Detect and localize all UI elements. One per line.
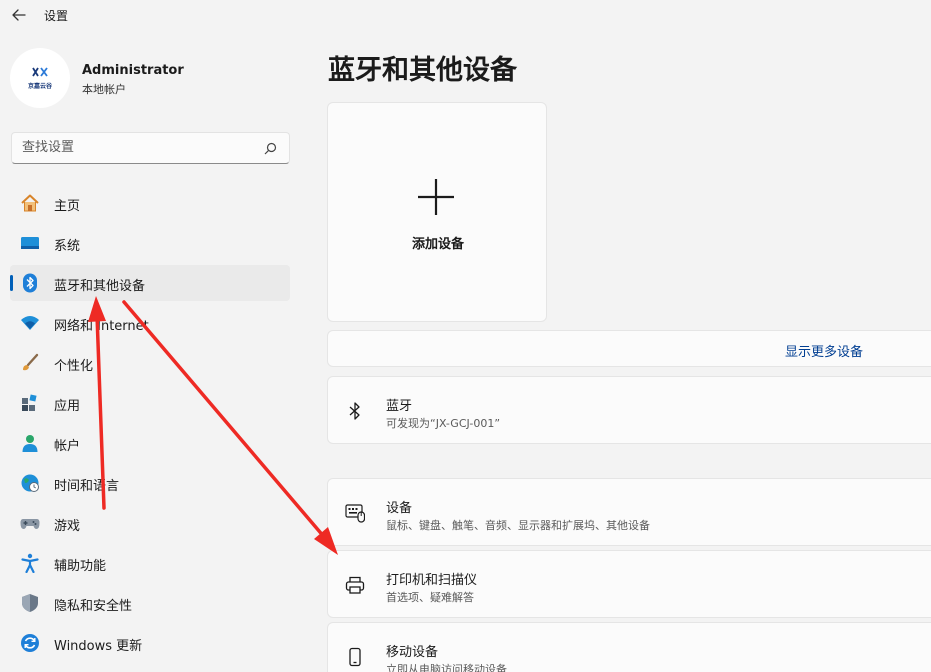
sidebar-item-label: 系统 (54, 239, 81, 254)
mobile-devices-row[interactable]: 移动设备 立即从电脑访问移动设备 (327, 622, 931, 672)
sidebar-nav: 主页 系统 蓝牙和其他设备 网络和 Internet 个性化 应用 帐户 时间和… (10, 185, 290, 665)
sidebar-item-label: 隐私和安全性 (54, 599, 133, 614)
bluetooth-icon (23, 273, 37, 293)
sidebar-item-accessibility[interactable]: 辅助功能 (10, 545, 290, 581)
back-arrow-icon[interactable] (10, 6, 28, 24)
plus-icon (418, 179, 454, 215)
account-type: 本地帐户 (82, 83, 126, 96)
title-bar: 设置 (0, 0, 931, 32)
wifi-icon (21, 316, 39, 330)
sidebar-item-privacy[interactable]: 隐私和安全性 (10, 585, 290, 621)
avatar[interactable]: 京嘉云谷 (10, 48, 70, 108)
bluetooth-title: 蓝牙 (386, 399, 413, 414)
printers-row[interactable]: 打印机和扫描仪 首选项、疑难解答 (327, 550, 931, 618)
devices-row[interactable]: 设备 鼠标、键盘、触笔、音频、显示器和扩展坞、其他设备 (327, 478, 931, 546)
search-input[interactable] (22, 140, 252, 155)
phone-icon (349, 647, 361, 667)
account-header[interactable]: 京嘉云谷 Administrator 本地帐户 (10, 48, 290, 108)
sidebar-item-label: 应用 (54, 399, 81, 414)
show-more-devices-row: 显示更多设备 (327, 330, 931, 367)
sidebar-item-system[interactable]: 系统 (10, 225, 290, 261)
sidebar-item-label: 辅助功能 (54, 559, 107, 574)
add-device-card[interactable]: 添加设备 (327, 102, 547, 322)
bluetooth-icon (349, 402, 360, 420)
home-icon (21, 194, 39, 212)
person-icon (22, 435, 38, 452)
sidebar-item-accounts[interactable]: 帐户 (10, 425, 290, 461)
gamepad-icon (20, 519, 40, 529)
brush-icon (23, 353, 39, 371)
sidebar-item-label: 主页 (54, 199, 81, 214)
sidebar-item-network[interactable]: 网络和 Internet (10, 305, 290, 341)
sidebar-item-windows-update[interactable]: Windows 更新 (10, 625, 290, 661)
show-more-devices-link[interactable]: 显示更多设备 (785, 341, 863, 360)
search-box[interactable] (11, 132, 290, 164)
add-device-label: 添加设备 (411, 237, 464, 252)
sidebar-item-label: 网络和 Internet (54, 319, 149, 334)
search-icon[interactable] (264, 142, 277, 155)
printers-title: 打印机和扫描仪 (386, 573, 478, 588)
bluetooth-row[interactable]: 蓝牙 可发现为“JX-GCJ-001” (327, 376, 931, 444)
mobile-devices-title: 移动设备 (386, 645, 439, 660)
sidebar-item-personalization[interactable]: 个性化 (10, 345, 290, 381)
sidebar-item-apps[interactable]: 应用 (10, 385, 290, 421)
update-icon (21, 634, 39, 652)
sidebar-item-label: 时间和语言 (54, 479, 120, 494)
bluetooth-subtitle: 可发现为“JX-GCJ-001” (386, 417, 501, 430)
printer-icon (345, 576, 365, 594)
shield-icon (22, 594, 38, 612)
page-title: 蓝牙和其他设备 (328, 55, 517, 86)
sidebar-item-bluetooth[interactable]: 蓝牙和其他设备 (10, 265, 290, 301)
logo-text: 京嘉云谷 (27, 83, 52, 90)
apps-icon (22, 394, 37, 411)
sidebar-item-label: 蓝牙和其他设备 (54, 279, 146, 294)
printers-subtitle: 首选项、疑难解答 (386, 591, 474, 604)
window-title: 设置 (44, 9, 69, 23)
globe-icon (21, 474, 39, 492)
sidebar-item-label: Windows 更新 (54, 639, 143, 654)
account-name: Administrator (82, 63, 184, 78)
sidebar-item-label: 帐户 (54, 439, 81, 454)
mobile-devices-subtitle: 立即从电脑访问移动设备 (386, 663, 507, 672)
system-icon (21, 237, 39, 249)
sidebar-item-gaming[interactable]: 游戏 (10, 505, 290, 541)
accessibility-icon (21, 553, 39, 573)
sidebar-item-home[interactable]: 主页 (10, 185, 290, 221)
sidebar-item-time-language[interactable]: 时间和语言 (10, 465, 290, 501)
devices-icon (345, 504, 365, 523)
devices-title: 设备 (386, 501, 413, 516)
sidebar-item-label: 游戏 (54, 519, 81, 534)
devices-subtitle: 鼠标、键盘、触笔、音频、显示器和扩展坞、其他设备 (386, 519, 650, 532)
sidebar-item-label: 个性化 (54, 359, 94, 374)
company-logo-icon (32, 67, 48, 77)
